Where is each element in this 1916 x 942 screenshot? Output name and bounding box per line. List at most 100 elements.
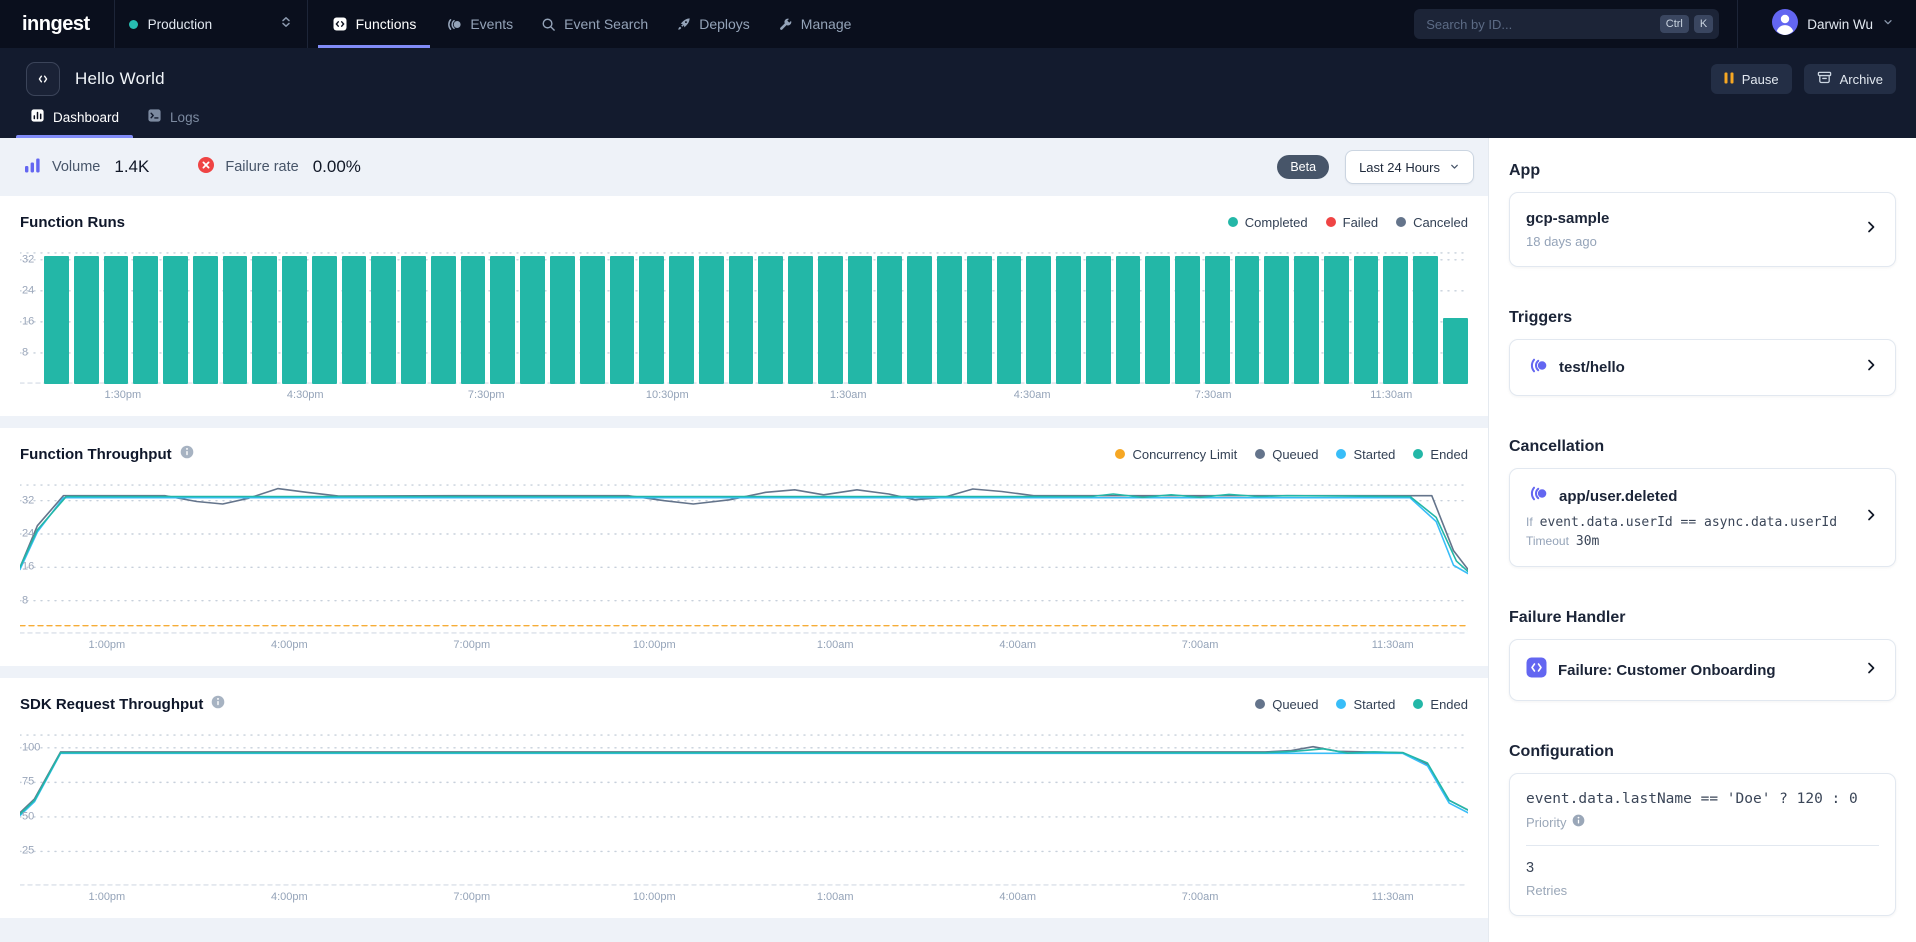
broadcast-icon [1526, 358, 1548, 378]
x-axis-label: 4:30am [1014, 389, 1051, 401]
run-count-bar[interactable] [342, 256, 367, 384]
run-count-bar[interactable] [1086, 256, 1111, 384]
run-count-bar[interactable] [1145, 256, 1170, 384]
dashboard-main: Volume 1.4K Failure rate 0.00% Beta Last… [0, 138, 1488, 942]
time-range-dropdown[interactable]: Last 24 Hours [1345, 150, 1474, 184]
user-name: Darwin Wu [1807, 17, 1873, 32]
run-count-bar[interactable] [371, 256, 396, 384]
trigger-card[interactable]: test/hello [1509, 339, 1896, 396]
condition-expression: event.data.userId == async.data.userId [1540, 515, 1837, 530]
run-count-bar[interactable] [520, 256, 545, 384]
run-count-bar[interactable] [1235, 256, 1260, 384]
run-count-bar[interactable] [44, 256, 69, 384]
failure-handler-card[interactable]: Failure: Customer Onboarding [1509, 639, 1896, 701]
run-count-bar[interactable] [580, 256, 605, 384]
nav-item-label: Functions [356, 16, 417, 32]
archive-button[interactable]: Archive [1804, 64, 1896, 94]
search-input[interactable]: Search by ID... Ctrl K [1414, 9, 1719, 39]
timeout-key: Timeout [1526, 534, 1569, 548]
retries-label: Retries [1526, 883, 1879, 898]
run-count-bar[interactable] [610, 256, 635, 384]
run-count-bar[interactable] [818, 256, 843, 384]
run-count-bar[interactable] [104, 256, 129, 384]
nav-item-functions[interactable]: Functions [318, 0, 431, 48]
run-count-bar[interactable] [937, 256, 962, 384]
run-count-bar[interactable] [163, 256, 188, 384]
rocket-icon [676, 17, 691, 32]
environment-label: Production [148, 17, 269, 32]
run-count-bar[interactable] [967, 256, 992, 384]
run-count-bar[interactable] [758, 256, 783, 384]
x-axis-label: 10:00pm [633, 639, 676, 651]
volume-label: Volume [52, 159, 100, 175]
run-count-bar[interactable] [788, 256, 813, 384]
run-count-bar[interactable] [550, 256, 575, 384]
failure-rate-stat: Failure rate 0.00% [197, 156, 361, 179]
legend-label: Started [1353, 697, 1395, 712]
run-count-bar[interactable] [639, 256, 664, 384]
nav-item-event-search[interactable]: Event Search [527, 0, 662, 48]
run-count-bar[interactable] [1116, 256, 1141, 384]
pause-icon [1724, 72, 1734, 87]
legend-item: Started [1336, 447, 1395, 462]
environment-selector[interactable]: Production [115, 0, 307, 48]
run-count-bar[interactable] [431, 256, 456, 384]
run-count-bar[interactable] [282, 256, 307, 384]
app-updated: 18 days ago [1526, 234, 1853, 249]
run-count-bar[interactable] [1205, 256, 1230, 384]
run-count-bar[interactable] [401, 256, 426, 384]
tab-logs[interactable]: Logs [133, 100, 213, 138]
run-count-bar[interactable] [1443, 318, 1468, 384]
run-count-bar[interactable] [669, 256, 694, 384]
app-section: App gcp-sample 18 days ago [1509, 162, 1896, 267]
nav-item-deploys[interactable]: Deploys [662, 0, 764, 48]
chevron-up-down-icon [279, 15, 293, 34]
run-count-bar[interactable] [312, 256, 337, 384]
run-count-bar[interactable] [907, 256, 932, 384]
app-card[interactable]: gcp-sample 18 days ago [1509, 192, 1896, 267]
y-axis-label: 8 [22, 594, 28, 606]
nav-item-events[interactable]: Events [430, 0, 527, 48]
functions-icon [332, 16, 348, 32]
run-count-bar[interactable] [74, 256, 99, 384]
run-count-bar[interactable] [1324, 256, 1349, 384]
info-icon[interactable] [180, 445, 194, 464]
chart-legend: Queued Started Ended [1255, 697, 1468, 712]
tab-dashboard[interactable]: Dashboard [16, 100, 133, 138]
run-count-bar[interactable] [997, 256, 1022, 384]
run-count-bar[interactable] [1175, 256, 1200, 384]
legend-item: Ended [1413, 697, 1468, 712]
run-count-bar[interactable] [1383, 256, 1408, 384]
run-count-bar[interactable] [223, 256, 248, 384]
legend-label: Failed [1343, 215, 1378, 230]
run-count-bar[interactable] [193, 256, 218, 384]
x-axis-label: 1:00pm [89, 639, 126, 651]
run-count-bar[interactable] [133, 256, 158, 384]
run-count-bar[interactable] [490, 256, 515, 384]
x-axis-label: 1:00am [817, 639, 854, 651]
legend-dot [1396, 217, 1406, 227]
run-count-bar[interactable] [848, 256, 873, 384]
run-count-bar[interactable] [1056, 256, 1081, 384]
x-axis-label: 10:00pm [633, 891, 676, 903]
run-count-bar[interactable] [1354, 256, 1379, 384]
run-count-bar[interactable] [1413, 256, 1438, 384]
info-icon[interactable] [211, 695, 225, 714]
run-count-bar[interactable] [729, 256, 754, 384]
cancellation-card[interactable]: app/user.deleted If event.data.userId ==… [1509, 468, 1896, 567]
run-count-bar[interactable] [877, 256, 902, 384]
run-count-bar[interactable] [252, 256, 277, 384]
run-count-bar[interactable] [461, 256, 486, 384]
pause-button[interactable]: Pause [1711, 64, 1792, 94]
chart-legend: Concurrency LimitQueuedStartedEnded [1115, 447, 1468, 462]
run-count-bar[interactable] [1294, 256, 1319, 384]
avatar [1772, 9, 1798, 40]
run-count-bar[interactable] [1026, 256, 1051, 384]
info-icon[interactable] [1572, 814, 1585, 830]
run-count-bar[interactable] [699, 256, 724, 384]
nav-item-manage[interactable]: Manage [764, 0, 866, 48]
run-count-bar[interactable] [1264, 256, 1289, 384]
priority-expression: event.data.lastName == 'Doe' ? 120 : 0 [1526, 791, 1879, 807]
user-menu[interactable]: Darwin Wu [1754, 0, 1916, 48]
legend-label: Queued [1272, 697, 1318, 712]
